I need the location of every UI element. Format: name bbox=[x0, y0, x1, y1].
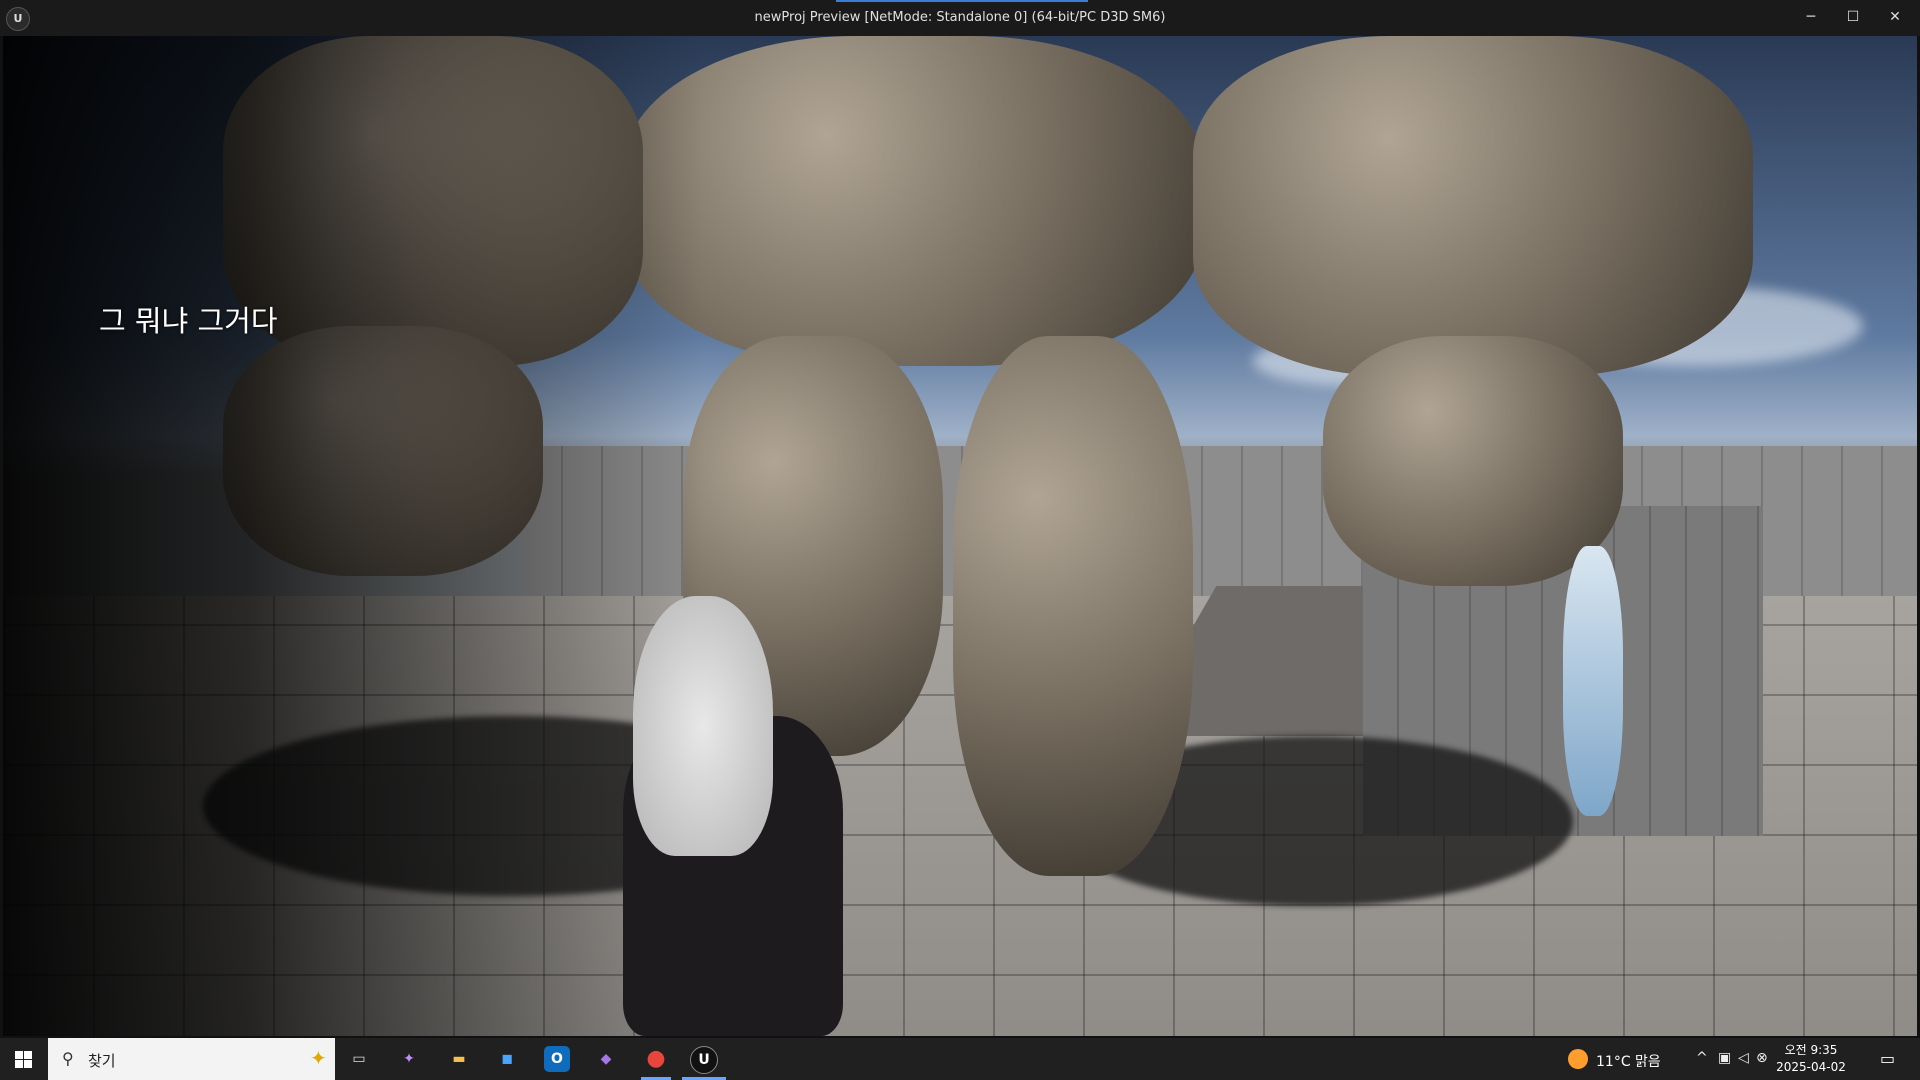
maximize-button[interactable]: ☐ bbox=[1832, 0, 1874, 36]
close-button[interactable]: ✕ bbox=[1874, 0, 1916, 36]
golem-torso bbox=[623, 36, 1203, 366]
file-explorer-icon[interactable]: ▬ bbox=[446, 1046, 472, 1072]
window-title: newProj Preview [NetMode: Standalone 0] … bbox=[754, 10, 1166, 25]
clock-time: 오전 9:35 bbox=[1784, 1043, 1838, 1057]
weather-text[interactable]: 11°C 맑음 bbox=[1596, 1051, 1661, 1071]
unreal-engine-taskbar-icon[interactable]: U bbox=[690, 1046, 718, 1074]
notification-icon[interactable]: ▭ bbox=[1880, 1049, 1895, 1068]
chrome-icon[interactable]: ● bbox=[643, 1046, 669, 1072]
weather-sun-icon[interactable] bbox=[1568, 1049, 1588, 1069]
taskbar: ⚲ 찾기 ✦ ▭ ✦ ▬ ◼ O ◆ ● U 11°C 맑음 ^ ▣ ◁ ⊗ 오… bbox=[0, 1038, 1920, 1080]
vignette bbox=[3, 36, 703, 1036]
microsoft-store-icon[interactable]: ◼ bbox=[494, 1046, 520, 1072]
system-tray: 11°C 맑음 ^ ▣ ◁ ⊗ 오전 9:35 2025-04-02 ▭ bbox=[1560, 1038, 1920, 1080]
player-character-hair bbox=[633, 596, 773, 856]
outlook-icon[interactable]: O bbox=[544, 1046, 570, 1072]
title-accent bbox=[836, 0, 1088, 2]
golem-right-arm bbox=[1193, 36, 1753, 376]
volume-muted-icon[interactable]: ◁ bbox=[1738, 1050, 1749, 1066]
golem-right-fist bbox=[1323, 336, 1623, 586]
copilot-icon[interactable]: ✦ bbox=[396, 1046, 422, 1072]
npc-character bbox=[1563, 546, 1623, 816]
search-highlight-icon: ✦ bbox=[310, 1046, 327, 1070]
search-box[interactable]: ⚲ 찾기 ✦ bbox=[48, 1038, 335, 1080]
game-viewport[interactable]: 그 뭐냐 그거다 bbox=[3, 36, 1917, 1036]
visual-studio-icon[interactable]: ◆ bbox=[593, 1046, 619, 1072]
mic-off-icon[interactable]: ⊗ bbox=[1756, 1050, 1768, 1066]
clock[interactable]: 오전 9:35 2025-04-02 bbox=[1772, 1042, 1850, 1076]
clock-date: 2025-04-02 bbox=[1776, 1060, 1846, 1074]
game-preview-window: U newProj Preview [NetMode: Standalone 0… bbox=[0, 0, 1920, 1038]
start-button[interactable] bbox=[0, 1038, 48, 1080]
search-icon: ⚲ bbox=[62, 1049, 74, 1068]
task-view-icon[interactable]: ▭ bbox=[346, 1046, 372, 1072]
chevron-up-icon[interactable]: ^ bbox=[1696, 1050, 1708, 1066]
golem-right-leg bbox=[953, 336, 1193, 876]
search-placeholder: 찾기 bbox=[88, 1052, 116, 1070]
dialogue-subtitle: 그 뭐냐 그거다 bbox=[99, 304, 278, 338]
windows-start-icon bbox=[15, 1051, 32, 1068]
title-bar[interactable]: U newProj Preview [NetMode: Standalone 0… bbox=[0, 0, 1920, 36]
minimize-button[interactable]: ─ bbox=[1790, 0, 1832, 36]
network-icon[interactable]: ▣ bbox=[1718, 1050, 1731, 1066]
